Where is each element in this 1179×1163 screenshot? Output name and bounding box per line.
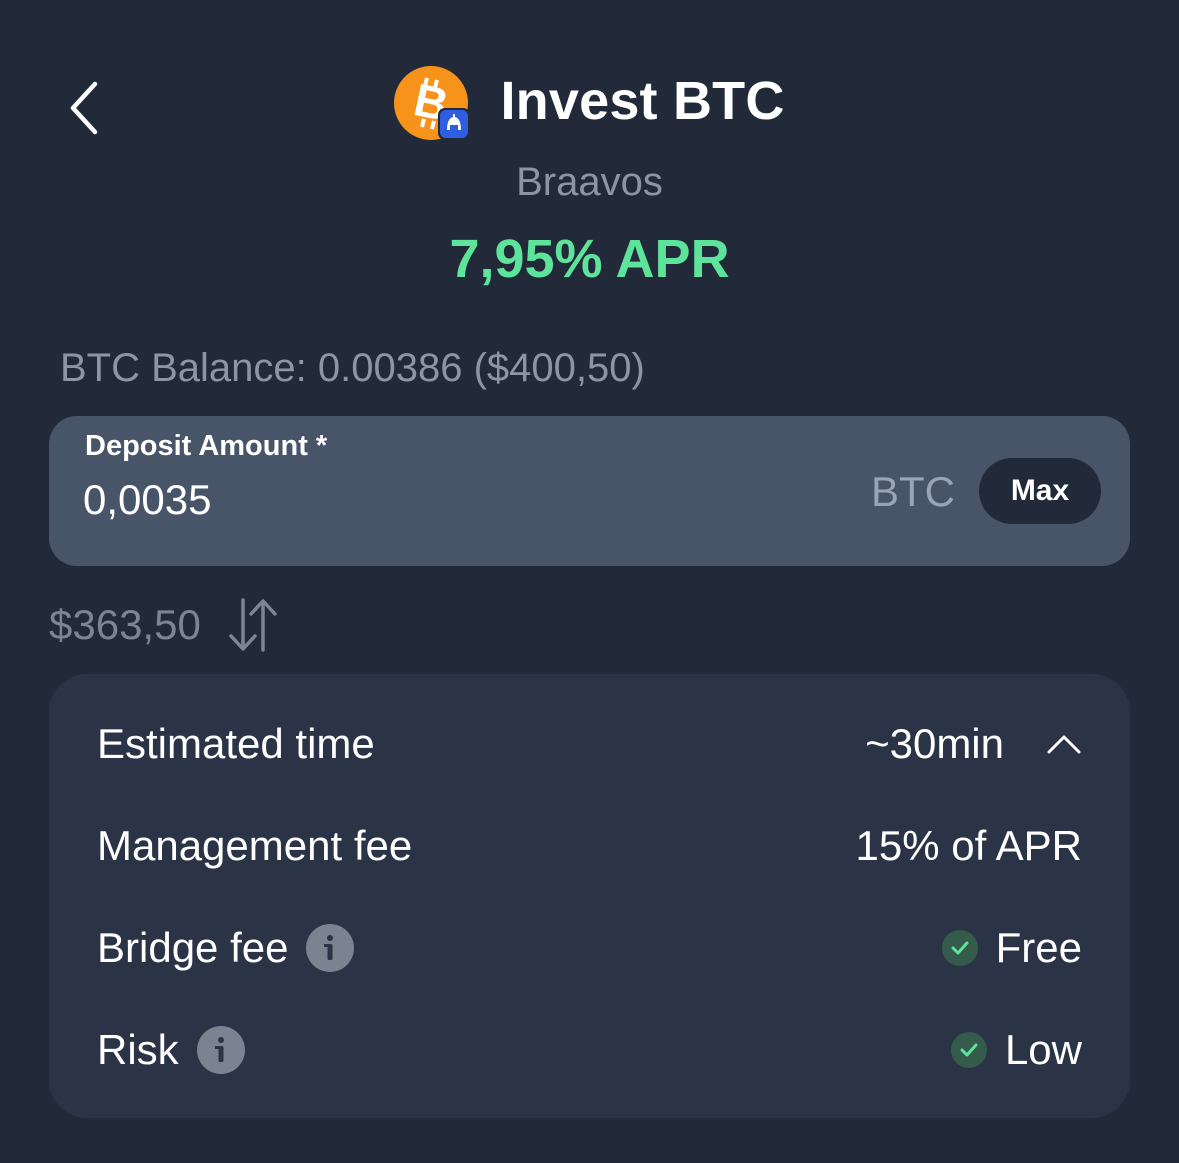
page-header: B Invest BTC bbox=[0, 62, 1179, 140]
usd-equivalent-row: $363,50 bbox=[49, 596, 279, 654]
chevron-up-icon[interactable] bbox=[1046, 733, 1082, 755]
management-fee-row: Management fee 15% of APR bbox=[97, 816, 1082, 876]
info-icon[interactable] bbox=[196, 1026, 245, 1074]
estimated-time-row[interactable]: Estimated time ~30min bbox=[97, 714, 1082, 774]
info-icon[interactable] bbox=[306, 924, 355, 972]
braavos-helmet-icon bbox=[438, 108, 471, 140]
deposit-amount-field[interactable]: Deposit Amount * BTC Max bbox=[49, 416, 1130, 566]
btc-balance: BTC Balance: 0.00386 ($400,50) bbox=[60, 346, 645, 390]
check-circle-icon bbox=[941, 930, 978, 966]
swap-units-icon[interactable] bbox=[227, 596, 279, 654]
deposit-unit: BTC bbox=[871, 468, 955, 515]
bridge-fee-value: Free bbox=[995, 924, 1082, 971]
management-fee-value: 15% of APR bbox=[855, 822, 1082, 869]
management-fee-label: Management fee bbox=[97, 822, 413, 869]
asset-logo: B bbox=[394, 62, 472, 140]
risk-row: Risk Low bbox=[97, 1020, 1082, 1080]
apr-rate: 7,95% APR bbox=[449, 229, 730, 289]
check-circle-icon bbox=[950, 1032, 987, 1068]
estimated-time-label: Estimated time bbox=[97, 720, 375, 767]
usd-equivalent: $363,50 bbox=[49, 601, 201, 648]
bridge-fee-label: Bridge fee bbox=[97, 924, 289, 971]
page-title: Invest BTC bbox=[500, 71, 785, 131]
max-button[interactable]: Max bbox=[979, 458, 1101, 524]
deposit-amount-label: Deposit Amount * bbox=[85, 430, 328, 462]
bridge-fee-row: Bridge fee Free bbox=[97, 918, 1082, 978]
provider-name: Braavos bbox=[516, 160, 663, 204]
deposit-amount-input[interactable] bbox=[83, 472, 783, 528]
estimated-time-value: ~30min bbox=[865, 720, 1004, 767]
risk-value: Low bbox=[1004, 1026, 1082, 1073]
investment-details-card: Estimated time ~30min Management fee 15%… bbox=[49, 674, 1130, 1118]
risk-label: Risk bbox=[97, 1026, 179, 1073]
